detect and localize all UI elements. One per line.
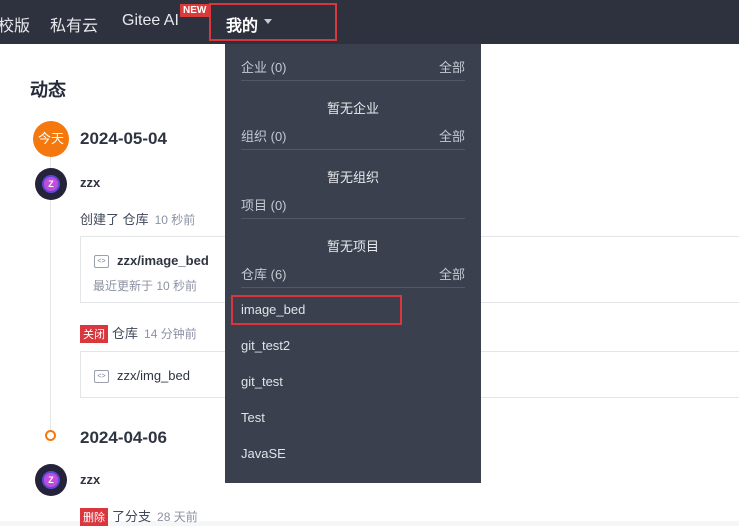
status-badge-closed: 关闭 [80, 325, 108, 343]
date-heading: 2024-05-04 [80, 129, 167, 148]
event-action-text: 了分支 [112, 509, 152, 524]
mine-dropdown-menu: 企业 (0) 全部 暂无企业 组织 (0) 全部 暂无组织 项目 (0) 暂无项… [225, 44, 481, 483]
event-action-text: 创建了 仓库 [80, 212, 149, 227]
highlight-box-repo [231, 295, 402, 325]
avatar-logo-icon: Z [44, 177, 58, 191]
dropdown-section-project: 项目 (0) [241, 195, 465, 219]
empty-project-text: 暂无项目 [326, 239, 379, 254]
feed-title: 动态 [30, 80, 66, 100]
user-name[interactable]: zzx [80, 472, 100, 487]
code-repo-icon: <> [94, 255, 109, 268]
date-heading: 2024-04-06 [80, 428, 167, 447]
avatar-logo-icon: Z [44, 473, 58, 487]
nav-item-gitee-ai[interactable]: Gitee AI [122, 12, 179, 30]
view-all-link[interactable]: 全部 [439, 264, 465, 283]
event-action: 创建了 仓库 10 秒前 [80, 209, 195, 228]
status-badge-deleted: 删除 [80, 508, 108, 526]
repo-card-title[interactable]: zzx/img_bed [117, 368, 190, 383]
repo-card-title[interactable]: zzx/image_bed [117, 253, 209, 268]
nav-item-edition[interactable]: 校版 [0, 12, 30, 36]
today-badge: 今天 [33, 121, 69, 157]
repo-card-updated: 最近更新于 10 秒前 [93, 279, 198, 293]
new-badge: NEW [180, 4, 210, 17]
avatar[interactable]: Z [35, 464, 67, 496]
code-repo-icon: <> [94, 370, 109, 383]
section-label: 企业 (0) [241, 60, 287, 75]
event-action-text: 仓库 [112, 326, 139, 341]
repo-item-git-test2[interactable]: git_test2 [241, 338, 290, 353]
empty-enterprise-text: 暂无企业 [326, 101, 379, 116]
event-action: 删除 了分支 28 天前 [80, 506, 198, 526]
repo-item-javase[interactable]: JavaSE [241, 446, 286, 461]
event-time: 14 分钟前 [144, 327, 197, 341]
dropdown-section-repository: 仓库 (6) 全部 [241, 264, 465, 288]
top-nav: 校版 私有云 Gitee AI NEW 我的 [0, 0, 739, 44]
section-label: 项目 (0) [241, 198, 287, 213]
repo-item-test[interactable]: Test [241, 410, 265, 425]
section-label: 组织 (0) [241, 129, 287, 144]
repo-item-git-test[interactable]: git_test [241, 374, 283, 389]
empty-organization-text: 暂无组织 [326, 170, 379, 185]
dropdown-section-organization: 组织 (0) 全部 [241, 126, 465, 150]
dropdown-section-enterprise: 企业 (0) 全部 [241, 57, 465, 81]
highlight-box-mine [209, 3, 337, 41]
view-all-link[interactable]: 全部 [439, 126, 465, 145]
user-name[interactable]: zzx [80, 175, 100, 190]
timeline-dot [45, 430, 56, 441]
avatar[interactable]: Z [35, 168, 67, 200]
view-all-link[interactable]: 全部 [439, 57, 465, 76]
event-action: 关闭 仓库 14 分钟前 [80, 323, 197, 343]
nav-item-private-cloud[interactable]: 私有云 [50, 12, 98, 36]
event-time: 28 天前 [157, 510, 198, 524]
section-label: 仓库 (6) [241, 267, 287, 282]
event-time: 10 秒前 [154, 213, 196, 227]
